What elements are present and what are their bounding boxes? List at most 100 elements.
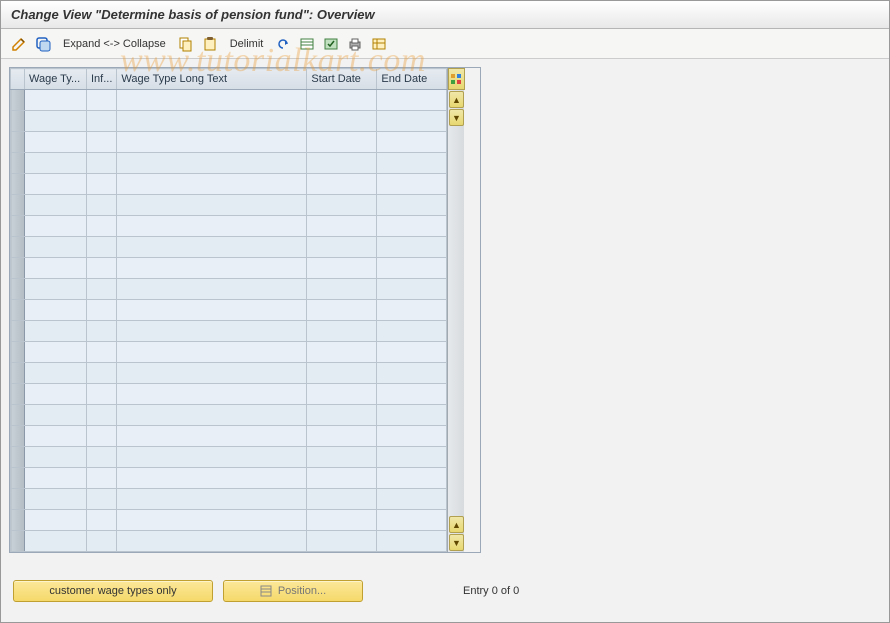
vertical-scrollbar[interactable]: ▲ ▼ ▲ ▼ xyxy=(447,68,464,552)
row-selector[interactable] xyxy=(11,237,25,258)
grid-cell[interactable] xyxy=(25,132,87,153)
grid-cell[interactable] xyxy=(25,195,87,216)
grid-settings-icon[interactable] xyxy=(448,68,465,90)
grid-cell[interactable] xyxy=(25,90,87,111)
grid-cell[interactable] xyxy=(117,447,307,468)
grid-cell[interactable] xyxy=(307,237,377,258)
grid-cell[interactable] xyxy=(25,489,87,510)
grid-cell[interactable] xyxy=(87,510,117,531)
grid-cell[interactable] xyxy=(117,258,307,279)
grid-cell[interactable] xyxy=(87,195,117,216)
grid-cell[interactable] xyxy=(25,468,87,489)
row-selector[interactable] xyxy=(11,342,25,363)
table-view-icon[interactable] xyxy=(297,34,317,54)
grid-cell[interactable] xyxy=(377,279,447,300)
row-selector[interactable] xyxy=(11,321,25,342)
customer-wage-types-button[interactable]: customer wage types only xyxy=(13,580,213,602)
grid-cell[interactable] xyxy=(377,132,447,153)
grid-cell[interactable] xyxy=(25,300,87,321)
grid-cell[interactable] xyxy=(117,300,307,321)
grid-cell[interactable] xyxy=(307,174,377,195)
grid-cell[interactable] xyxy=(307,195,377,216)
grid-cell[interactable] xyxy=(117,195,307,216)
grid-cell[interactable] xyxy=(377,531,447,552)
grid-cell[interactable] xyxy=(25,153,87,174)
row-selector[interactable] xyxy=(11,363,25,384)
grid-cell[interactable] xyxy=(377,195,447,216)
grid-cell[interactable] xyxy=(117,426,307,447)
scroll-up-icon[interactable]: ▲ xyxy=(449,91,464,108)
grid-cell[interactable] xyxy=(87,447,117,468)
grid-cell[interactable] xyxy=(25,111,87,132)
grid-cell[interactable] xyxy=(307,153,377,174)
grid-cell[interactable] xyxy=(87,111,117,132)
grid-cell[interactable] xyxy=(117,90,307,111)
grid-cell[interactable] xyxy=(117,531,307,552)
grid-cell[interactable] xyxy=(377,426,447,447)
grid-cell[interactable] xyxy=(87,405,117,426)
grid-cell[interactable] xyxy=(117,468,307,489)
scroll-up-bottom-icon[interactable]: ▲ xyxy=(449,516,464,533)
grid-cell[interactable] xyxy=(117,489,307,510)
grid-cell[interactable] xyxy=(87,468,117,489)
row-selector[interactable] xyxy=(11,279,25,300)
grid-cell[interactable] xyxy=(87,363,117,384)
row-selector[interactable] xyxy=(11,531,25,552)
grid-cell[interactable] xyxy=(377,447,447,468)
row-selector[interactable] xyxy=(11,405,25,426)
grid-cell[interactable] xyxy=(87,237,117,258)
grid-cell[interactable] xyxy=(25,258,87,279)
select-all-icon[interactable] xyxy=(33,34,53,54)
column-header[interactable]: Start Date xyxy=(307,69,377,90)
column-header[interactable]: Inf... xyxy=(87,69,117,90)
undo-icon[interactable] xyxy=(273,34,293,54)
delimit-button[interactable]: Delimit xyxy=(224,38,270,50)
grid-cell[interactable] xyxy=(25,342,87,363)
grid-cell[interactable] xyxy=(307,111,377,132)
scroll-down-icon[interactable]: ▼ xyxy=(449,109,464,126)
grid-cell[interactable] xyxy=(87,90,117,111)
grid-cell[interactable] xyxy=(25,321,87,342)
grid-cell[interactable] xyxy=(25,279,87,300)
position-button[interactable]: Position... xyxy=(223,580,363,602)
column-header[interactable]: End Date xyxy=(377,69,447,90)
grid-cell[interactable] xyxy=(117,132,307,153)
change-display-icon[interactable] xyxy=(9,34,29,54)
grid-cell[interactable] xyxy=(117,111,307,132)
row-selector[interactable] xyxy=(11,300,25,321)
row-selector[interactable] xyxy=(11,174,25,195)
grid-cell[interactable] xyxy=(307,468,377,489)
grid-cell[interactable] xyxy=(307,300,377,321)
row-selector[interactable] xyxy=(11,111,25,132)
grid-cell[interactable] xyxy=(25,237,87,258)
grid-cell[interactable] xyxy=(25,531,87,552)
row-selector[interactable] xyxy=(11,426,25,447)
row-selector[interactable] xyxy=(11,132,25,153)
grid-cell[interactable] xyxy=(307,510,377,531)
grid-cell[interactable] xyxy=(377,90,447,111)
grid-cell[interactable] xyxy=(117,153,307,174)
row-selector[interactable] xyxy=(11,216,25,237)
grid-cell[interactable] xyxy=(25,510,87,531)
row-selector[interactable] xyxy=(11,510,25,531)
grid-cell[interactable] xyxy=(25,405,87,426)
copy-icon[interactable] xyxy=(176,34,196,54)
grid-cell[interactable] xyxy=(307,489,377,510)
grid-cell[interactable] xyxy=(87,384,117,405)
grid-cell[interactable] xyxy=(307,405,377,426)
grid-cell[interactable] xyxy=(377,510,447,531)
grid-cell[interactable] xyxy=(87,489,117,510)
row-selector[interactable] xyxy=(11,90,25,111)
grid-cell[interactable] xyxy=(377,111,447,132)
data-grid[interactable]: Wage Ty...Inf...Wage Type Long TextStart… xyxy=(10,68,447,552)
row-selector[interactable] xyxy=(11,195,25,216)
grid-cell[interactable] xyxy=(25,216,87,237)
grid-cell[interactable] xyxy=(377,489,447,510)
grid-cell[interactable] xyxy=(87,258,117,279)
paste-icon[interactable] xyxy=(200,34,220,54)
grid-cell[interactable] xyxy=(117,384,307,405)
grid-cell[interactable] xyxy=(377,321,447,342)
column-header[interactable]: Wage Type Long Text xyxy=(117,69,307,90)
grid-cell[interactable] xyxy=(87,300,117,321)
grid-cell[interactable] xyxy=(307,132,377,153)
